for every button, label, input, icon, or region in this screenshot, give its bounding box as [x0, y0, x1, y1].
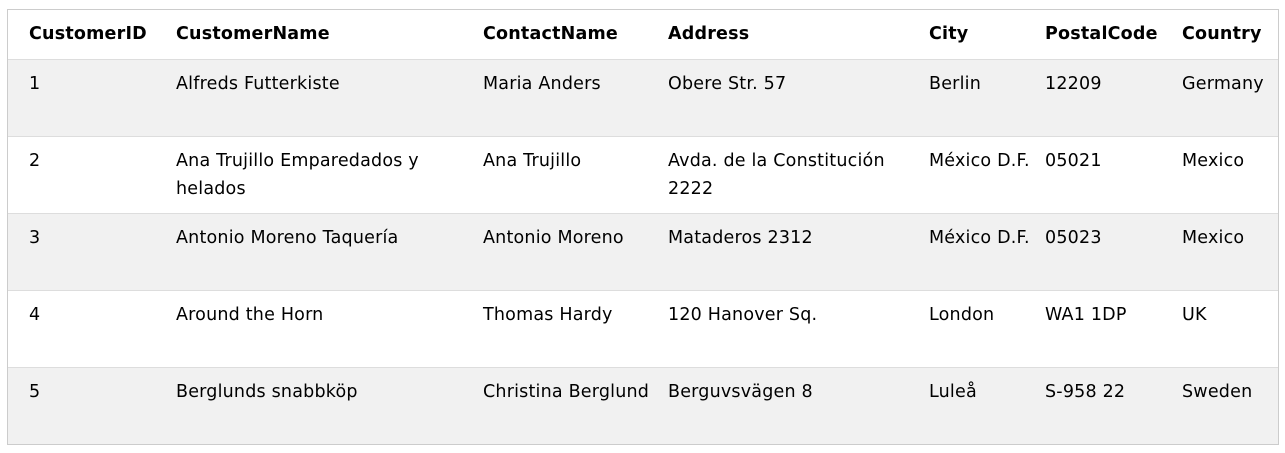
cell-customername: Berglunds snabbköp: [176, 381, 358, 402]
table-header-row: CustomerID CustomerName ContactName Addr…: [8, 10, 1278, 59]
cell-postalcode: WA1 1DP: [1045, 304, 1127, 325]
cell-city: México D.F.: [929, 150, 1030, 171]
cell-contactname: Ana Trujillo: [483, 150, 582, 171]
cell-contactname: Thomas Hardy: [483, 304, 613, 325]
cell-postalcode: 12209: [1045, 73, 1102, 94]
column-header-city: City: [929, 24, 969, 44]
cell-address: Berguvsvägen 8: [668, 381, 813, 402]
table-row: 2 Ana Trujillo Emparedados y helados Ana…: [8, 136, 1278, 213]
cell-customername: Alfreds Futterkiste: [176, 73, 340, 94]
cell-customername: Around the Horn: [176, 304, 324, 325]
column-header-customername: CustomerName: [176, 24, 330, 44]
cell-contactname: Antonio Moreno: [483, 227, 624, 248]
cell-contactname: Christina Berglund: [483, 381, 650, 402]
cell-contactname: Maria Anders: [483, 73, 601, 94]
cell-country: Sweden: [1182, 381, 1253, 402]
cell-customerid: 1: [29, 73, 41, 94]
cell-city: London: [929, 304, 995, 325]
table-row: 5 Berglunds snabbköp Christina Berglund …: [8, 367, 1278, 444]
cell-country: UK: [1182, 304, 1207, 325]
customers-table: CustomerID CustomerName ContactName Addr…: [8, 10, 1278, 444]
cell-country: Germany: [1182, 73, 1264, 94]
cell-address: 120 Hanover Sq.: [668, 304, 818, 325]
cell-address: Mataderos 2312: [668, 227, 813, 248]
cell-postalcode: 05021: [1045, 150, 1102, 171]
cell-city: México D.F.: [929, 227, 1030, 248]
cell-city: Berlin: [929, 73, 981, 94]
column-header-address: Address: [668, 24, 750, 44]
table-row: 1 Alfreds Futterkiste Maria Anders Obere…: [8, 59, 1278, 136]
column-header-country: Country: [1182, 24, 1262, 44]
cell-customername: Ana Trujillo Emparedados y helados: [176, 150, 419, 199]
cell-country: Mexico: [1182, 227, 1245, 248]
cell-postalcode: S-958 22: [1045, 381, 1126, 402]
cell-customerid: 5: [29, 381, 41, 402]
cell-customername: Antonio Moreno Taquería: [176, 227, 399, 248]
cell-city: Luleå: [929, 381, 977, 402]
cell-address: Obere Str. 57: [668, 73, 787, 94]
cell-customerid: 4: [29, 304, 41, 325]
customers-table-container: CustomerID CustomerName ContactName Addr…: [7, 9, 1279, 445]
table-row: 4 Around the Horn Thomas Hardy 120 Hanov…: [8, 290, 1278, 367]
cell-customerid: 2: [29, 150, 41, 171]
cell-postalcode: 05023: [1045, 227, 1102, 248]
table-row: 3 Antonio Moreno Taquería Antonio Moreno…: [8, 213, 1278, 290]
cell-country: Mexico: [1182, 150, 1245, 171]
cell-customerid: 3: [29, 227, 41, 248]
column-header-customerid: CustomerID: [29, 24, 147, 44]
cell-address: Avda. de la Constitución 2222: [668, 150, 885, 199]
column-header-postalcode: PostalCode: [1045, 24, 1158, 44]
column-header-contactname: ContactName: [483, 24, 618, 44]
